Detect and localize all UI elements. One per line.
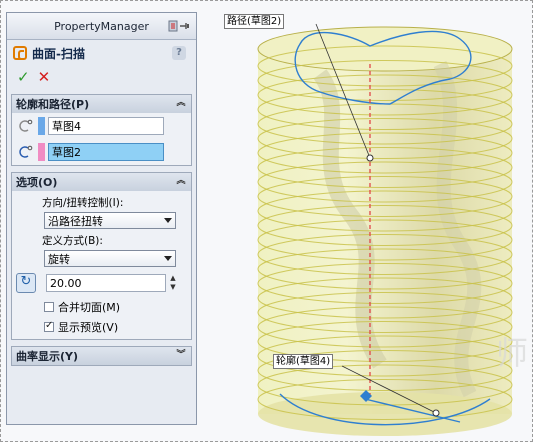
profile-path-group: 轮廓和路径(P) ︽ 草图4 草图2 <box>11 94 192 166</box>
profile-selection-box[interactable]: 草图4 <box>48 117 164 135</box>
curvature-header[interactable]: 曲率显示(Y) ︾ <box>12 347 191 365</box>
define-label: 定义方式(B): <box>42 235 103 247</box>
path-icon <box>19 145 33 158</box>
orientation-label: 方向/扭转控制(I): <box>42 197 124 209</box>
feature-title: 曲面-扫描 <box>32 46 85 61</box>
curvature-title: 曲率显示(Y) <box>16 350 79 363</box>
twist-spinner[interactable]: ▲ ▼ <box>168 274 178 292</box>
profile-path-title: 轮廓和路径(P) <box>16 98 90 111</box>
merge-faces-checkbox[interactable] <box>44 302 54 312</box>
collapse-chevron-icon[interactable]: ︽ <box>175 175 187 187</box>
preview-row: 显示预览(V) <box>12 317 191 337</box>
expand-chevron-icon[interactable]: ︾ <box>175 349 187 361</box>
path-row: 草图2 <box>12 139 191 165</box>
profile-path-header[interactable]: 轮廓和路径(P) ︽ <box>12 95 191 113</box>
pm-header: PropertyManager <box>7 13 196 40</box>
profile-icon <box>19 119 33 132</box>
path-color-swatch <box>38 143 45 161</box>
options-header[interactable]: 选项(O) ︽ <box>12 173 191 191</box>
collapse-chevron-icon[interactable]: ︽ <box>175 97 187 109</box>
options-group: 选项(O) ︽ 方向/扭转控制(I): 沿路径扭转 定义方式(B): 旋转 ↻ … <box>11 172 192 340</box>
feature-title-row: 曲面-扫描 ? <box>7 40 196 66</box>
ok-cancel-row: ✓ ✕ <box>7 66 196 88</box>
options-title: 选项(O) <box>16 176 58 189</box>
merge-row: 合并切面(M) <box>12 297 191 317</box>
help-button[interactable]: ? <box>172 46 186 60</box>
show-preview-checkbox[interactable] <box>44 320 54 332</box>
orientation-dropdown[interactable]: 沿路径扭转 <box>44 212 176 229</box>
path-selection-box[interactable]: 草图2 <box>48 143 164 161</box>
property-manager: PropertyManager 曲面-扫描 ? ✓ ✕ 轮廓和路径(P) ︽ 草… <box>6 12 197 425</box>
merge-faces-label: 合并切面(M) <box>58 301 121 314</box>
curvature-group: 曲率显示(Y) ︾ <box>11 346 192 366</box>
twist-row: ↻ 20.00 ▲ ▼ <box>12 273 191 293</box>
dropdown-arrow-icon <box>164 256 172 261</box>
watermark-icon: 师 <box>496 334 528 372</box>
cancel-button[interactable]: ✕ <box>38 69 51 85</box>
profile-callout[interactable]: 轮廓(草图4) <box>273 354 334 369</box>
sweep-surface-icon <box>13 46 27 60</box>
profile-color-swatch <box>38 117 45 135</box>
rotate-direction-icon[interactable]: ↻ <box>16 273 36 293</box>
define-value: 旋转 <box>48 253 70 266</box>
ok-button[interactable]: ✓ <box>17 69 30 85</box>
profile-row: 草图4 <box>12 113 191 139</box>
define-dropdown[interactable]: 旋转 <box>44 250 176 267</box>
graphics-viewport[interactable]: 师 <box>200 4 528 436</box>
twist-angle-input[interactable]: 20.00 <box>46 274 166 292</box>
path-callout[interactable]: 路径(草图2) <box>224 14 285 29</box>
orientation-value: 沿路径扭转 <box>48 215 103 228</box>
pin-icon[interactable] <box>168 19 190 33</box>
dropdown-arrow-icon <box>164 218 172 223</box>
show-preview-label: 显示预览(V) <box>58 321 119 334</box>
